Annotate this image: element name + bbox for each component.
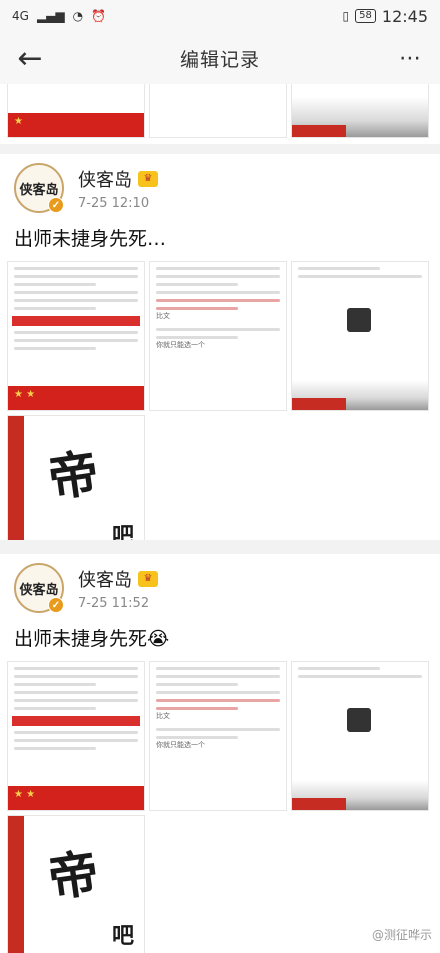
- avatar[interactable]: 侠客岛 ✓: [14, 563, 64, 613]
- edit-timestamp: 7-25 11:52: [78, 595, 150, 611]
- post-image[interactable]: [291, 84, 429, 138]
- post-image[interactable]: [291, 261, 429, 411]
- vibrate-icon: ▯: [342, 9, 350, 23]
- post-image[interactable]: [291, 661, 429, 811]
- signal-icon: ▂▄▆: [36, 9, 65, 23]
- post-image[interactable]: ★ ★: [7, 261, 145, 411]
- post-image[interactable]: [149, 84, 287, 138]
- calligraphy-char: 帝: [44, 842, 103, 909]
- calligraphy-char: 帝: [44, 442, 103, 509]
- image-caption: 你就只能选一个: [156, 741, 205, 749]
- post-text: 出师未捷身先死😭: [14, 628, 170, 650]
- watermark: @测征哗示: [371, 928, 432, 942]
- previous-record-partial: ★: [0, 84, 440, 144]
- post-image[interactable]: 帝 吧: [7, 815, 145, 953]
- clock: 12:45: [381, 6, 428, 26]
- photo-thumbnail: [347, 708, 371, 732]
- edit-timestamp: 7-25 12:10: [78, 195, 150, 211]
- post-image[interactable]: 比文 你就只能选一个: [149, 661, 287, 811]
- post-image[interactable]: ★ ★: [7, 661, 145, 811]
- author-name[interactable]: 侠客岛: [78, 166, 132, 192]
- post-image[interactable]: ★: [7, 84, 145, 138]
- verified-badge-icon: ✓: [48, 197, 64, 213]
- alarm-icon: ⏰: [91, 9, 107, 23]
- wifi-icon: ◔: [72, 9, 84, 23]
- status-bar: 4G ▂▄▆ ◔ ⏰ ▯ 58 12:45: [0, 0, 440, 32]
- calligraphy-char: 吧: [111, 923, 134, 949]
- arrow-left-icon: ←: [17, 40, 43, 76]
- image-caption: 比文: [156, 712, 170, 720]
- vip-crown-icon: ♛: [138, 570, 158, 587]
- author-name[interactable]: 侠客岛: [78, 566, 132, 592]
- post-text: 出师未捷身先死…: [14, 228, 167, 250]
- edit-record: 侠客岛 ✓ 侠客岛 ♛ 7-25 12:10 出师未捷身先死… ★ ★ 比文 你…: [0, 154, 440, 565]
- more-dots-icon: ⋯: [399, 45, 421, 71]
- divider: [0, 144, 440, 154]
- image-caption: 比文: [156, 312, 170, 320]
- post-image[interactable]: 比文 你就只能选一个: [149, 261, 287, 411]
- avatar-logo-text: 侠客岛: [19, 582, 59, 598]
- more-button[interactable]: ⋯: [380, 32, 440, 84]
- avatar-logo-text: 侠客岛: [19, 182, 59, 198]
- page-title: 编辑记录: [179, 48, 260, 71]
- vip-crown-icon: ♛: [138, 170, 158, 187]
- network-indicator: 4G: [12, 9, 29, 23]
- edit-record: 侠客岛 ✓ 侠客岛 ♛ 7-25 11:52 出师未捷身先死😭 ★ ★ 比文 你…: [0, 554, 440, 953]
- back-button[interactable]: ←: [0, 32, 60, 84]
- verified-badge-icon: ✓: [48, 597, 64, 613]
- photo-thumbnail: [347, 308, 371, 332]
- avatar[interactable]: 侠客岛 ✓: [14, 163, 64, 213]
- divider: [0, 540, 440, 554]
- battery-indicator: 58: [355, 9, 376, 23]
- nav-bar: ← 编辑记录 ⋯: [0, 32, 440, 84]
- image-caption: 你就只能选一个: [156, 341, 205, 349]
- edit-history-list[interactable]: ★ 侠客岛 ✓ 侠客岛 ♛ 7-25 12:10 出师未捷身先死… ★ ★ 比文…: [0, 84, 440, 953]
